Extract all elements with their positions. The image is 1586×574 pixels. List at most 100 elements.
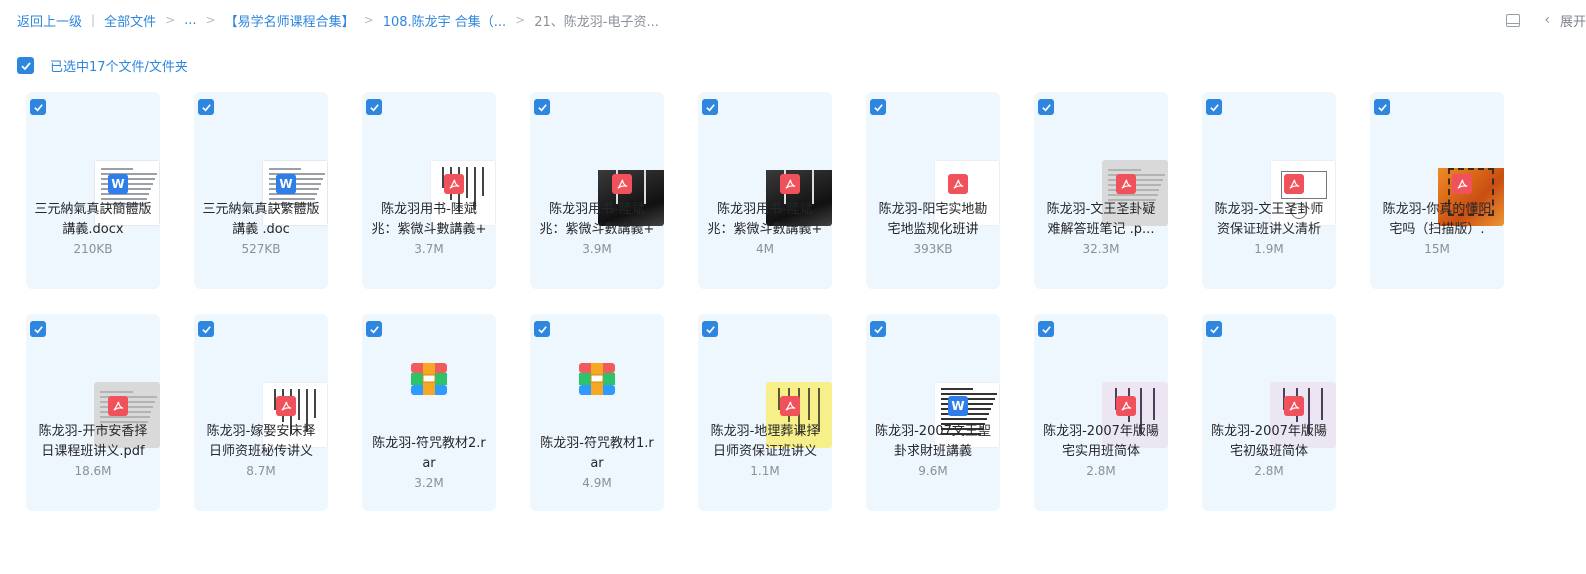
chevron-right-icon: >: [515, 13, 526, 27]
file-checkbox[interactable]: [1038, 321, 1054, 337]
check-icon: [1041, 325, 1051, 333]
file-card[interactable]: 陈龙羽-开市安香择日课程班讲义.pdf 18.6M: [26, 314, 160, 511]
file-checkbox[interactable]: [366, 99, 382, 115]
pdf-icon: [108, 396, 128, 416]
file-card[interactable]: 陈龙羽-嫁娶安床择日师资班秘传讲义 8.7M: [194, 314, 328, 511]
file-checkbox[interactable]: [1374, 99, 1390, 115]
chevron-right-icon: >: [165, 13, 176, 27]
file-name[interactable]: 陈龙羽用书-陸斌兆：紫微斗數講義+: [370, 200, 488, 240]
file-card[interactable]: W 三元納氣真訣簡體版講義.docx 210KB: [26, 92, 160, 289]
file-card[interactable]: W 三元納氣真訣繁體版講義 .doc 527KB: [194, 92, 328, 289]
top-right-tools: ‹ 展开: [1506, 10, 1586, 30]
file-size: 3.7M: [414, 242, 444, 256]
file-card[interactable]: 陈龙羽-阳宅实地勘宅地监规化班讲 393KB: [866, 92, 1000, 289]
file-card[interactable]: 陈龙羽用书-陸斌兆：紫微斗數講義+ 4M: [698, 92, 832, 289]
file-card[interactable]: 陈龙羽-2007年版陽宅实用班简体 2.8M: [1034, 314, 1168, 511]
file-name[interactable]: 陈龙羽-你真的懂阳宅吗（扫描版）.: [1378, 200, 1496, 240]
file-thumbnail: W: [900, 348, 1000, 448]
file-thumbnail: [564, 126, 664, 226]
file-name[interactable]: 陈龙羽-文王圣卦疑难解答班笔记 .p...: [1042, 200, 1160, 240]
file-name[interactable]: 陈龙羽-2007年版陽宅初级班简体: [1210, 422, 1328, 462]
archive-icon: [411, 363, 447, 395]
file-checkbox[interactable]: [534, 321, 550, 337]
file-name[interactable]: 陈龙羽-文王圣卦师资保证班讲义清析: [1210, 200, 1328, 240]
file-name[interactable]: 陈龙羽-地理葬课择日师资保证班讲义: [706, 422, 824, 462]
back-link[interactable]: 返回上一级: [17, 11, 82, 30]
file-checkbox[interactable]: [30, 321, 46, 337]
breadcrumb-current: 21、陈龙羽-电子资...: [534, 14, 659, 30]
file-card[interactable]: 陈龙羽用书-陸斌兆：紫微斗數講義+ 3.9M: [530, 92, 664, 289]
pdf-icon: [1116, 396, 1136, 416]
file-checkbox[interactable]: [702, 321, 718, 337]
file-name[interactable]: 陈龙羽-2007年版陽宅实用班简体: [1042, 422, 1160, 462]
file-checkbox[interactable]: [870, 321, 886, 337]
file-checkbox[interactable]: [198, 99, 214, 115]
file-thumbnail: [1068, 126, 1168, 226]
file-name[interactable]: 陈龙羽-符咒教材1.rar: [538, 434, 656, 474]
breadcrumb-ellipsis[interactable]: ...: [184, 13, 196, 28]
check-icon: [705, 325, 715, 333]
file-size: 18.6M: [74, 464, 112, 478]
file-name[interactable]: 陈龙羽-2007文王聖卦求財班講義: [874, 422, 992, 462]
expand-button[interactable]: 展开: [1560, 11, 1586, 30]
file-thumbnail: [1068, 348, 1168, 448]
chevron-right-icon: >: [205, 13, 216, 27]
file-thumbnail: [396, 126, 496, 226]
file-card[interactable]: 陈龙羽-符咒教材1.rar 4.9M: [530, 314, 664, 511]
layout-toggle-icon[interactable]: [1506, 13, 1521, 27]
file-card[interactable]: 陈龙羽用书-陸斌兆：紫微斗數講義+ 3.7M: [362, 92, 496, 289]
pdf-icon: [1452, 174, 1472, 194]
file-name[interactable]: 陈龙羽用书-陸斌兆：紫微斗數講義+: [538, 200, 656, 240]
check-icon: [873, 325, 883, 333]
pdf-icon: [1284, 174, 1304, 194]
file-card[interactable]: 陈龙羽-文王圣卦疑难解答班笔记 .p... 32.3M: [1034, 92, 1168, 289]
check-icon: [537, 325, 547, 333]
file-thumbnail: W: [228, 126, 328, 226]
file-name[interactable]: 三元納氣真訣簡體版講義.docx: [34, 200, 152, 240]
file-thumbnail: [732, 348, 832, 448]
file-name[interactable]: 陈龙羽-阳宅实地勘宅地监规化班讲: [874, 200, 992, 240]
file-checkbox[interactable]: [1206, 321, 1222, 337]
file-size: 4M: [756, 242, 774, 256]
archive-icon: [579, 363, 615, 395]
file-size: 210KB: [73, 242, 113, 256]
file-card[interactable]: 陈龙羽-你真的懂阳宅吗（扫描版）. 15M: [1370, 92, 1504, 289]
file-card[interactable]: 陈龙羽-地理葬课择日师资保证班讲义 1.1M: [698, 314, 832, 511]
breadcrumb: 返回上一级 | 全部文件 > ... > 【易学名师课程合集】 > 108.陈龙…: [17, 10, 659, 30]
check-icon: [33, 325, 43, 333]
file-checkbox[interactable]: [198, 321, 214, 337]
file-card[interactable]: 陈龙羽-文王圣卦师资保证班讲义清析 1.9M: [1202, 92, 1336, 289]
file-size: 527KB: [241, 242, 281, 256]
file-card[interactable]: 陈龙羽-2007年版陽宅初级班简体 2.8M: [1202, 314, 1336, 511]
file-name[interactable]: 三元納氣真訣繁體版講義 .doc: [202, 200, 320, 240]
breadcrumb-all-files[interactable]: 全部文件: [104, 11, 156, 30]
file-checkbox[interactable]: [366, 321, 382, 337]
check-icon: [873, 103, 883, 111]
file-size: 2.8M: [1086, 464, 1116, 478]
check-icon: [1209, 325, 1219, 333]
file-checkbox[interactable]: [870, 99, 886, 115]
file-name[interactable]: 陈龙羽-嫁娶安床择日师资班秘传讲义: [202, 422, 320, 462]
file-checkbox[interactable]: [1206, 99, 1222, 115]
file-thumbnail: [732, 126, 832, 226]
file-name[interactable]: 陈龙羽-符咒教材2.rar: [370, 434, 488, 474]
file-checkbox[interactable]: [1038, 99, 1054, 115]
breadcrumb-folder-108[interactable]: 108.陈龙宇 合集（...: [383, 11, 506, 30]
file-name[interactable]: 陈龙羽-开市安香择日课程班讲义.pdf: [34, 422, 152, 462]
select-all-checkbox[interactable]: [17, 57, 34, 74]
word-icon: W: [108, 174, 128, 194]
pdf-icon: [612, 174, 632, 194]
file-name[interactable]: 陈龙羽用书-陸斌兆：紫微斗數講義+: [706, 200, 824, 240]
file-card[interactable]: 陈龙羽-符咒教材2.rar 3.2M: [362, 314, 496, 511]
pdf-icon: [780, 174, 800, 194]
file-card[interactable]: W 陈龙羽-2007文王聖卦求財班講義 9.6M: [866, 314, 1000, 511]
breadcrumb-folder-collection[interactable]: 【易学名师课程合集】: [225, 11, 355, 30]
file-checkbox[interactable]: [534, 99, 550, 115]
file-checkbox[interactable]: [30, 99, 46, 115]
file-size: 1.9M: [1254, 242, 1284, 256]
file-size: 1.1M: [750, 464, 780, 478]
file-checkbox[interactable]: [702, 99, 718, 115]
chevron-left-icon[interactable]: ‹: [1544, 12, 1550, 28]
pdf-icon: [780, 396, 800, 416]
check-icon: [1209, 103, 1219, 111]
